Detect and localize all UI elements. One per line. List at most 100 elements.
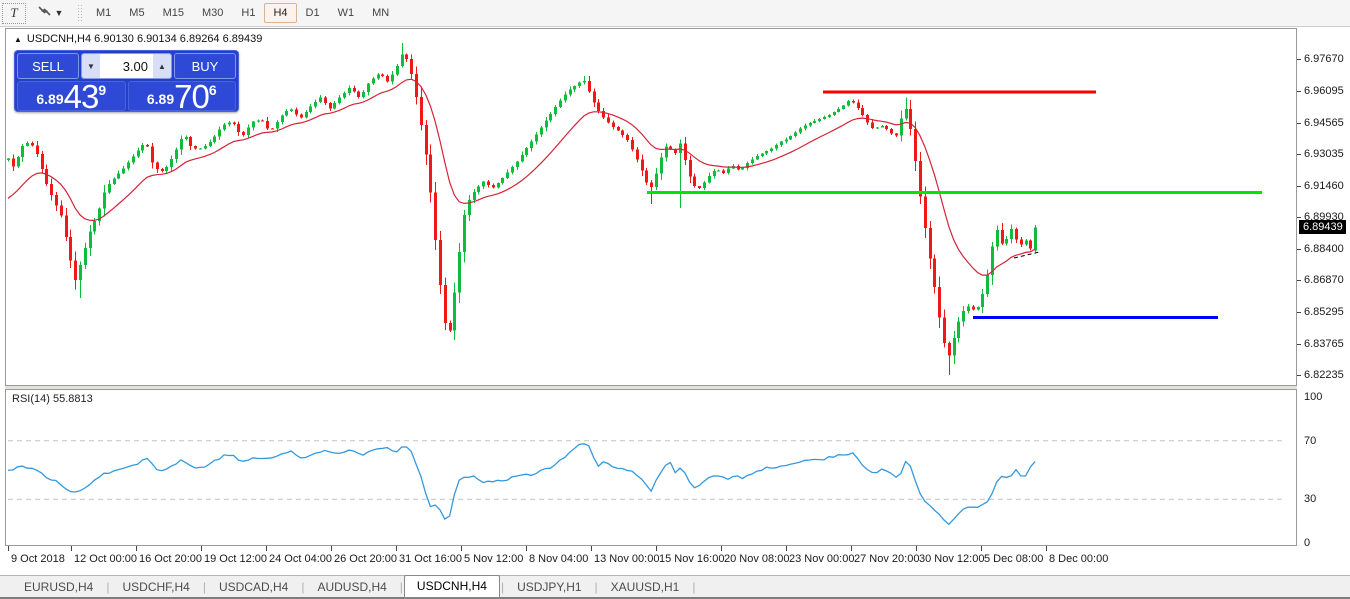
rsi-canvas[interactable] bbox=[6, 390, 1296, 545]
rsi-indicator-value: 55.8813 bbox=[53, 393, 93, 405]
candle-body bbox=[237, 124, 240, 132]
candle-body bbox=[257, 121, 260, 122]
candle-body bbox=[597, 103, 600, 111]
candle-body bbox=[453, 293, 456, 331]
candle-body bbox=[780, 142, 783, 145]
candle-body bbox=[396, 66, 399, 75]
arrows-icon bbox=[37, 4, 52, 23]
text-tool-button[interactable]: T bbox=[2, 3, 26, 24]
candle-body bbox=[117, 173, 120, 178]
candle-body bbox=[497, 183, 500, 187]
price-axis-label: 6.97670 bbox=[1304, 53, 1344, 65]
candle-body bbox=[823, 117, 826, 119]
candle-body bbox=[713, 171, 716, 176]
tab-xauusd-h1[interactable]: XAUUSD,H1 bbox=[599, 578, 692, 596]
time-axis-label: 8 Nov 04:00 bbox=[529, 553, 588, 565]
candle-body bbox=[189, 137, 192, 146]
candle-body bbox=[175, 149, 178, 158]
price-axis[interactable]: 6.976706.960956.945656.930356.914606.899… bbox=[1297, 28, 1350, 546]
time-axis-label: 23 Nov 00:00 bbox=[789, 553, 854, 565]
price-axis-tick bbox=[1297, 217, 1301, 218]
candle-body bbox=[285, 111, 288, 116]
tab-usdjpy-h1[interactable]: USDJPY,H1 bbox=[505, 578, 593, 596]
price-axis-tick bbox=[1297, 344, 1301, 345]
candle-body bbox=[588, 81, 591, 92]
candle-body bbox=[756, 156, 759, 159]
timeframe-button-m5[interactable]: M5 bbox=[120, 3, 153, 23]
tab-audusd-h4[interactable]: AUDUSD,H4 bbox=[305, 578, 398, 596]
tab-eurusd-h4[interactable]: EURUSD,H4 bbox=[12, 578, 105, 596]
candle-body bbox=[492, 185, 495, 187]
time-axis-label: 31 Oct 16:00 bbox=[399, 553, 462, 565]
candle-body bbox=[554, 107, 557, 114]
buy-price[interactable]: 6.89 70 6 bbox=[128, 81, 237, 111]
candle-body bbox=[151, 147, 154, 163]
candle-body bbox=[247, 127, 250, 134]
timeframe-button-m1[interactable]: M1 bbox=[87, 3, 120, 23]
timeframe-group: M1M5M15M30H1H4D1W1MN bbox=[87, 3, 398, 23]
chart-title: ▲ USDCNH,H4 6.90130 6.90134 6.89264 6.89… bbox=[14, 33, 262, 45]
timeframe-button-h1[interactable]: H1 bbox=[232, 3, 264, 23]
candle-body bbox=[170, 159, 173, 167]
candle-body bbox=[319, 98, 322, 102]
price-axis-label: 6.96095 bbox=[1304, 85, 1344, 97]
tab-usdcad-h4[interactable]: USDCAD,H4 bbox=[207, 578, 300, 596]
timeframe-button-d1[interactable]: D1 bbox=[297, 3, 329, 23]
rsi-axis-label: 100 bbox=[1304, 391, 1322, 403]
candle-body bbox=[924, 197, 927, 228]
candle-body bbox=[209, 142, 212, 146]
candle-body bbox=[276, 122, 279, 129]
candle-body bbox=[631, 140, 634, 149]
candle-body bbox=[79, 265, 82, 280]
candle-body bbox=[31, 143, 34, 146]
volume-decrease-button[interactable]: ▼ bbox=[82, 54, 100, 78]
candle-body bbox=[972, 306, 975, 309]
volume-increase-button[interactable]: ▲ bbox=[153, 54, 171, 78]
tab-usdchf-h4[interactable]: USDCHF,H4 bbox=[110, 578, 201, 596]
candle-body bbox=[967, 306, 970, 311]
candle-body bbox=[626, 135, 629, 140]
price-axis-tick bbox=[1297, 375, 1301, 376]
rsi-line[interactable] bbox=[8, 444, 1035, 525]
time-axis-tick bbox=[981, 546, 982, 551]
time-axis-label: 16 Oct 20:00 bbox=[139, 553, 202, 565]
timeframe-button-m15[interactable]: M15 bbox=[154, 3, 193, 23]
sell-button[interactable]: SELL bbox=[17, 53, 79, 79]
candle-body bbox=[357, 92, 360, 97]
candle-body bbox=[569, 90, 572, 95]
candle-body bbox=[60, 206, 63, 216]
toolbar-grip[interactable] bbox=[77, 4, 82, 22]
price-axis-tick bbox=[1297, 123, 1301, 124]
candle-body bbox=[890, 129, 893, 134]
candle-body bbox=[578, 83, 581, 86]
candle-body bbox=[261, 121, 264, 122]
candle-body bbox=[415, 74, 418, 97]
arrows-tool-button[interactable]: ▼ bbox=[30, 3, 70, 24]
candle-body bbox=[429, 155, 432, 193]
candle-body bbox=[722, 170, 725, 172]
timeframe-button-h4[interactable]: H4 bbox=[264, 3, 296, 23]
candle-body bbox=[487, 182, 490, 186]
volume-input[interactable] bbox=[100, 54, 153, 78]
sell-price[interactable]: 6.89 43 9 bbox=[17, 81, 126, 111]
candle-body bbox=[463, 215, 466, 252]
candle-body bbox=[477, 187, 480, 193]
candle-body bbox=[1010, 229, 1013, 239]
candle-body bbox=[573, 86, 576, 90]
time-axis-tick bbox=[1046, 546, 1047, 551]
candle-body bbox=[333, 103, 336, 108]
timeframe-button-mn[interactable]: MN bbox=[363, 3, 398, 23]
time-axis-tick bbox=[201, 546, 202, 551]
time-axis[interactable]: 9 Oct 201812 Oct 00:0016 Oct 20:0019 Oct… bbox=[5, 546, 1297, 572]
candle-body bbox=[876, 127, 879, 128]
price-axis-label: 6.86870 bbox=[1304, 274, 1344, 286]
timeframe-button-w1[interactable]: W1 bbox=[329, 3, 364, 23]
tab-usdcnh-h4[interactable]: USDCNH,H4 bbox=[404, 575, 500, 598]
candle-body bbox=[343, 93, 346, 98]
timeframe-button-m30[interactable]: M30 bbox=[193, 3, 232, 23]
candle-body bbox=[449, 323, 452, 331]
price-axis-tick bbox=[1297, 154, 1301, 155]
candle-body bbox=[218, 129, 221, 136]
candle-body bbox=[1025, 241, 1028, 245]
buy-button[interactable]: BUY bbox=[174, 53, 236, 79]
